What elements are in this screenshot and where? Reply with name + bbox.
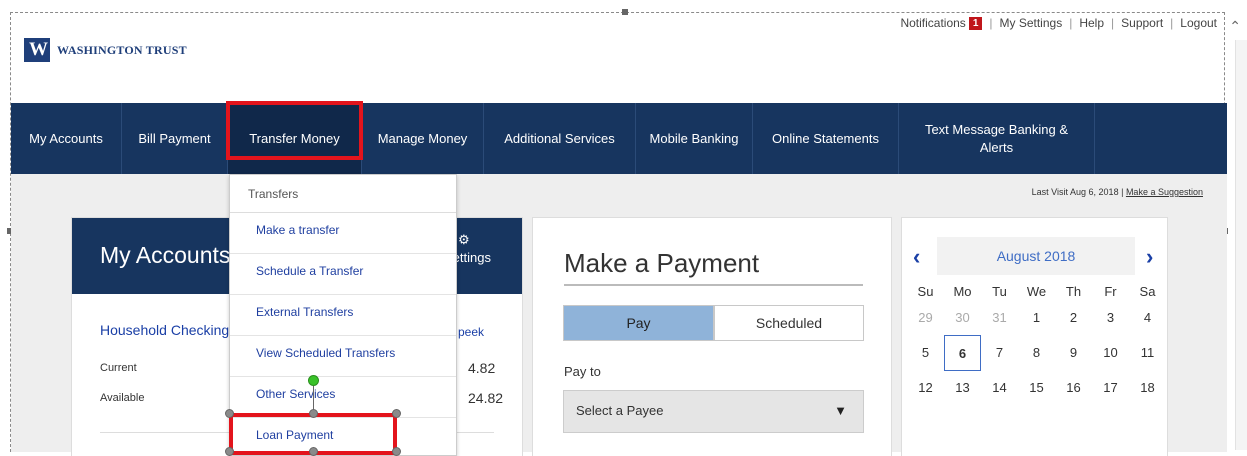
calendar-day[interactable]: 16 — [1055, 370, 1092, 405]
available-balance-label: Available — [100, 392, 145, 404]
calendar-day[interactable]: 9 — [1055, 335, 1092, 370]
calendar-day[interactable]: 1 — [1018, 300, 1055, 335]
calendar-week: 12 13 14 15 16 17 18 — [907, 370, 1166, 405]
calendar-week: 5 6 7 8 9 10 11 — [907, 335, 1166, 371]
tab-scheduled[interactable]: Scheduled — [714, 305, 864, 341]
link-separator: | — [1069, 16, 1073, 30]
calendar-grid: Su Mo Tu We Th Fr Sa 29 30 31 1 2 3 4 5 … — [907, 282, 1166, 405]
bank-logo[interactable]: W WASHINGTON TRUST — [24, 38, 187, 62]
menu-item-other-services[interactable]: Other Services — [230, 377, 456, 418]
nav-text-message-banking[interactable]: Text Message Banking & Alerts — [899, 103, 1095, 174]
weekday-label: Sa — [1139, 283, 1156, 299]
main-navigation: My Accounts Bill Payment Transfer Money … — [11, 103, 1227, 174]
accounts-title: My Accounts — [100, 242, 231, 268]
make-suggestion-link[interactable]: Make a Suggestion — [1126, 187, 1203, 197]
menu-item-external-transfers[interactable]: External Transfers — [230, 295, 456, 336]
chevron-left-icon[interactable]: ‹ — [913, 244, 920, 270]
resize-handle[interactable] — [225, 409, 234, 418]
utility-links: Notifications 1 | My Settings | Help | S… — [900, 16, 1217, 30]
link-separator: | — [1170, 16, 1174, 30]
caret-down-icon: ▼ — [834, 403, 847, 418]
pay-to-label: Pay to — [564, 364, 601, 379]
weekday-row: Su Mo Tu We Th Fr Sa — [907, 282, 1166, 300]
resize-handle[interactable] — [225, 447, 234, 456]
rotate-handle[interactable] — [308, 375, 319, 386]
notification-badge[interactable]: 1 — [968, 16, 983, 30]
transfer-money-highlight — [226, 101, 363, 160]
calendar-day[interactable]: 31 — [981, 300, 1018, 335]
link-separator: | — [1111, 16, 1115, 30]
weekday-label: We — [1026, 283, 1047, 299]
resize-handle[interactable] — [309, 447, 318, 456]
calendar-day[interactable]: 17 — [1092, 370, 1129, 405]
current-balance-label: Current — [100, 362, 137, 374]
make-payment-panel: Make a Payment Pay Scheduled Pay to Sele… — [532, 217, 892, 456]
link-separator: | — [989, 16, 993, 30]
calendar-day[interactable]: 4 — [1129, 300, 1166, 335]
support-link[interactable]: Support — [1121, 16, 1163, 30]
menu-item-make-transfer[interactable]: Make a transfer — [230, 213, 456, 254]
calendar-day[interactable]: 7 — [981, 335, 1018, 370]
calendar-day[interactable]: 10 — [1092, 335, 1129, 370]
gear-icon[interactable]: ⚙ — [458, 232, 470, 248]
calendar-day[interactable]: 29 — [907, 300, 944, 335]
calendar-day[interactable]: 8 — [1018, 335, 1055, 370]
payment-title: Make a Payment — [564, 248, 760, 278]
calendar-day[interactable]: 12 — [907, 370, 944, 405]
weekday-label: Mo — [953, 283, 972, 299]
chevron-right-icon[interactable]: › — [1146, 244, 1153, 270]
frame-handle[interactable] — [622, 9, 628, 15]
last-visit-info: Last Visit Aug 6, 2018 | Make a Suggesti… — [1032, 187, 1203, 197]
help-link[interactable]: Help — [1079, 16, 1104, 30]
divider — [564, 284, 863, 286]
weekday-label: Tu — [992, 283, 1007, 299]
scroll-up-icon[interactable]: ⌃ — [1229, 18, 1241, 35]
peek-link[interactable]: peek — [458, 325, 484, 339]
calendar-day[interactable]: 2 — [1055, 300, 1092, 335]
calendar-day[interactable]: 3 — [1092, 300, 1129, 335]
payee-select-value: Select a Payee — [576, 403, 664, 418]
menu-item-schedule-transfer[interactable]: Schedule a Transfer — [230, 254, 456, 295]
nav-my-accounts[interactable]: My Accounts — [11, 103, 122, 174]
calendar-panel: ‹ August 2018 › Su Mo Tu We Th Fr Sa 29 … — [901, 217, 1168, 456]
calendar-day[interactable]: 13 — [944, 370, 981, 405]
logo-text: WASHINGTON TRUST — [57, 42, 187, 57]
weekday-label: Su — [917, 283, 934, 299]
notifications-link[interactable]: Notifications — [900, 16, 965, 30]
logout-link[interactable]: Logout — [1180, 16, 1217, 30]
calendar-day[interactable]: 5 — [907, 335, 944, 370]
calendar-week: 29 30 31 1 2 3 4 — [907, 300, 1166, 335]
calendar-day[interactable]: 11 — [1129, 335, 1166, 370]
calendar-month: August 2018 — [937, 237, 1135, 275]
resize-handle[interactable] — [309, 409, 318, 418]
weekday-label: Th — [1065, 283, 1082, 299]
resize-handle[interactable] — [392, 409, 401, 418]
nav-bill-payment[interactable]: Bill Payment — [122, 103, 228, 174]
last-visit-text: Last Visit Aug 6, 2018 | — [1031, 187, 1124, 197]
current-balance-value: 4.82 — [468, 360, 496, 376]
calendar-day-today[interactable]: 6 — [944, 335, 981, 371]
menu-section-header: Transfers — [230, 175, 456, 213]
scrollbar[interactable] — [1235, 40, 1247, 450]
payee-select[interactable]: Select a Payee ▼ — [563, 390, 864, 433]
calendar-day[interactable]: 14 — [981, 370, 1018, 405]
available-balance-value: 24.82 — [468, 390, 504, 406]
calendar-day[interactable]: 18 — [1129, 370, 1166, 405]
tab-pay[interactable]: Pay — [563, 305, 714, 341]
calendar-day[interactable]: 15 — [1018, 370, 1055, 405]
dashboard-content: Last Visit Aug 6, 2018 | Make a Suggesti… — [11, 174, 1227, 456]
calendar-day[interactable]: 30 — [944, 300, 981, 335]
my-settings-link[interactable]: My Settings — [1000, 16, 1063, 30]
nav-manage-money[interactable]: Manage Money — [362, 103, 484, 174]
nav-online-statements[interactable]: Online Statements — [753, 103, 899, 174]
resize-handle[interactable] — [392, 447, 401, 456]
menu-item-view-scheduled-transfers[interactable]: View Scheduled Transfers — [230, 336, 456, 377]
account-name-link[interactable]: Household Checking — [100, 322, 229, 338]
nav-additional-services[interactable]: Additional Services — [484, 103, 636, 174]
weekday-label: Fr — [1104, 283, 1117, 299]
nav-mobile-banking[interactable]: Mobile Banking — [636, 103, 753, 174]
logo-mark: W — [24, 38, 50, 62]
